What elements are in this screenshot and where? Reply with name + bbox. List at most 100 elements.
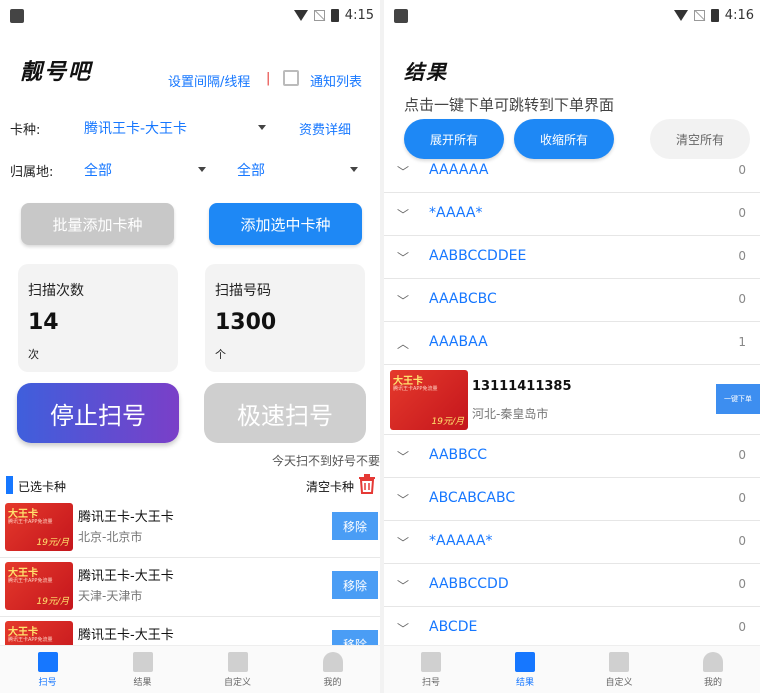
one-click-order-button[interactable]: 一键下单 bbox=[716, 384, 760, 414]
result-icon bbox=[132, 651, 153, 672]
result-title: 结果 bbox=[404, 60, 448, 84]
notify-list-link[interactable]: 通知列表 bbox=[310, 71, 362, 90]
nav-custom-label: 自定义 bbox=[223, 677, 251, 688]
clear-card-types-label[interactable]: 清空卡种 bbox=[306, 478, 354, 495]
card-thumb-sub: 腾讯王卡APP免流量 bbox=[8, 578, 53, 584]
chevron-down-icon: ﹀ bbox=[397, 579, 410, 593]
phone-number: 13111411385 bbox=[472, 379, 572, 394]
card-thumb-sub: 腾讯王卡APP免流量 bbox=[393, 386, 438, 392]
result-group[interactable]: ﹀ *AAAAA* 0 bbox=[384, 521, 760, 564]
nav-custom-label: 自定义 bbox=[605, 677, 633, 688]
result-group[interactable]: ﹀ ABCABCABC 0 bbox=[384, 478, 760, 521]
city-select[interactable]: 全部 bbox=[237, 160, 265, 180]
add-selected-button[interactable]: 添加选中卡种 bbox=[209, 203, 362, 245]
result-group[interactable]: ﹀ AAAAAA 0 bbox=[384, 150, 760, 193]
result-group[interactable]: ﹀ AABBCCDDEE 0 bbox=[384, 236, 760, 279]
group-name: *AAAA* bbox=[429, 205, 483, 221]
nav-custom[interactable]: 自定义 bbox=[572, 646, 666, 693]
scan-count-title: 扫描次数 bbox=[28, 283, 84, 299]
user-icon bbox=[703, 651, 723, 672]
card-thumbnail: 大王卡 腾讯王卡APP免流量 19元/月 bbox=[5, 503, 73, 551]
battery-icon bbox=[710, 9, 719, 22]
result-group[interactable]: ﹀ AAABCBC 0 bbox=[384, 279, 760, 322]
batch-add-button[interactable]: 批量添加卡种 bbox=[21, 203, 174, 245]
result-number-item: 大王卡 腾讯王卡APP免流量 19元/月 13111411385 河北-秦皇岛市… bbox=[384, 365, 760, 435]
city-dropdown-icon[interactable] bbox=[350, 167, 358, 172]
nav-scan[interactable]: 扫号 bbox=[384, 646, 478, 693]
nav-scan-label: 扫号 bbox=[38, 677, 57, 688]
app-notification-icon bbox=[10, 9, 24, 23]
selected-card-item: 大王卡 腾讯王卡APP免流量 19元/月 腾讯王卡-大王卡 北京-北京市 移除 bbox=[0, 500, 380, 558]
group-name: ABCABCABC bbox=[429, 490, 516, 506]
remove-button[interactable]: 移除 bbox=[332, 512, 378, 540]
result-group-expanded[interactable]: ︿ AAABAA 1 bbox=[384, 322, 760, 365]
remove-button[interactable]: 移除 bbox=[332, 571, 378, 599]
app-title: 靓号吧 bbox=[20, 59, 93, 85]
battery-icon bbox=[330, 9, 339, 22]
nav-scan[interactable]: 扫号 bbox=[0, 646, 95, 693]
scan-icon bbox=[37, 651, 58, 672]
scan-count-card: 扫描次数 14 次 bbox=[18, 264, 178, 372]
status-time: 4:15 bbox=[344, 8, 374, 23]
selected-card-item: 大王卡 腾讯王卡APP免流量 19元/月 腾讯王卡-大王卡 天津-天津市 移除 bbox=[0, 559, 380, 617]
chevron-down-icon: ﹀ bbox=[397, 493, 410, 507]
chevron-down-icon: ﹀ bbox=[397, 165, 410, 179]
group-name: *AAAAA* bbox=[429, 533, 493, 549]
nav-result[interactable]: 结果 bbox=[95, 646, 190, 693]
selected-card-location: 天津-天津市 bbox=[78, 589, 143, 603]
group-count: 1 bbox=[738, 335, 746, 349]
settings-link[interactable]: 设置间隔/线程 bbox=[168, 71, 250, 90]
scan-numbers-card: 扫描号码 1300 个 bbox=[205, 264, 365, 372]
result-group[interactable]: ﹀ ABCDE 0 bbox=[384, 607, 760, 650]
group-name: ABCDE bbox=[429, 619, 478, 635]
nav-custom[interactable]: 自定义 bbox=[190, 646, 285, 693]
card-thumb-price: 19元/月 bbox=[431, 417, 465, 427]
result-group[interactable]: ﹀ AABBCCDD 0 bbox=[384, 564, 760, 607]
card-type-label: 卡种: bbox=[10, 123, 41, 138]
status-icons: 4:16 bbox=[673, 8, 754, 23]
trash-icon[interactable] bbox=[358, 474, 376, 494]
province-select[interactable]: 全部 bbox=[84, 160, 112, 180]
group-count: 0 bbox=[738, 163, 746, 177]
bottom-nav: 扫号 结果 自定义 我的 bbox=[0, 645, 380, 693]
app-notification-icon bbox=[394, 9, 408, 23]
fast-scan-button[interactable]: 极速扫号 bbox=[204, 383, 366, 443]
status-time: 4:16 bbox=[724, 8, 754, 23]
nav-mine[interactable]: 我的 bbox=[666, 646, 760, 693]
result-group[interactable]: ﹀ AABBCC 0 bbox=[384, 435, 760, 478]
selected-card-name: 腾讯王卡-大王卡 bbox=[78, 628, 174, 643]
group-count: 0 bbox=[738, 491, 746, 505]
scan-screen: 4:15 靓号吧 设置间隔/线程 | 通知列表 卡种: 腾讯王卡-大王卡 资费详… bbox=[0, 0, 380, 693]
province-dropdown-icon[interactable] bbox=[198, 167, 206, 172]
card-thumbnail: 大王卡 腾讯王卡APP免流量 19元/月 bbox=[5, 562, 73, 610]
chevron-up-icon: ︿ bbox=[397, 337, 410, 351]
group-count: 0 bbox=[738, 249, 746, 263]
group-name: AAAAAA bbox=[429, 162, 489, 178]
card-thumb-sub: 腾讯王卡APP免流量 bbox=[8, 519, 53, 525]
wifi-icon bbox=[293, 10, 308, 21]
group-count: 0 bbox=[738, 292, 746, 306]
card-type-select[interactable]: 腾讯王卡-大王卡 bbox=[84, 118, 187, 138]
scan-icon bbox=[421, 651, 441, 672]
scan-numbers-unit: 个 bbox=[215, 348, 226, 361]
tariff-detail-link[interactable]: 资费详细 bbox=[299, 119, 351, 138]
selected-section-title: 已选卡种 bbox=[18, 480, 67, 494]
selected-card-name: 腾讯王卡-大王卡 bbox=[78, 569, 174, 584]
group-count: 0 bbox=[738, 577, 746, 591]
scan-count-unit: 次 bbox=[28, 348, 39, 361]
wifi-icon bbox=[673, 10, 688, 21]
stop-scan-button[interactable]: 停止扫号 bbox=[17, 383, 179, 443]
result-group[interactable]: ﹀ *AAAA* 0 bbox=[384, 193, 760, 236]
group-name: AABBCC bbox=[429, 447, 488, 463]
card-type-dropdown-icon[interactable] bbox=[258, 125, 266, 130]
nav-result[interactable]: 结果 bbox=[478, 646, 572, 693]
section-marker bbox=[6, 476, 13, 494]
edit-icon bbox=[227, 651, 248, 672]
notify-checkbox[interactable] bbox=[283, 70, 299, 86]
nav-result-label: 结果 bbox=[133, 677, 152, 688]
group-count: 0 bbox=[738, 534, 746, 548]
nav-mine[interactable]: 我的 bbox=[285, 646, 380, 693]
selected-card-location: 北京-北京市 bbox=[78, 530, 143, 544]
chevron-down-icon: ﹀ bbox=[397, 622, 410, 636]
chevron-down-icon: ﹀ bbox=[397, 251, 410, 265]
